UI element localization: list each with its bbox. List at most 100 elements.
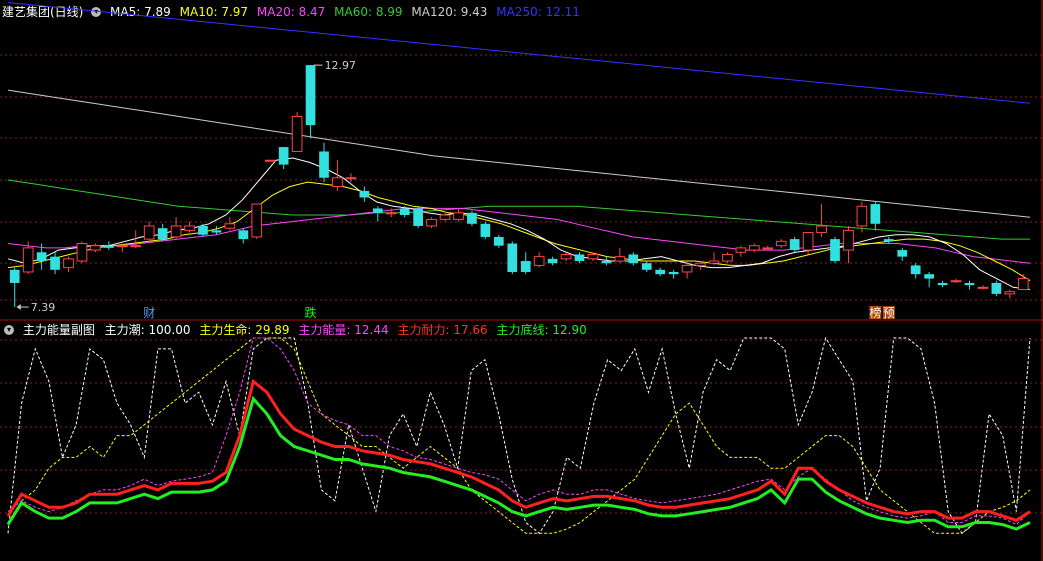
candle-body	[198, 225, 208, 235]
candle	[937, 280, 948, 288]
candle	[1017, 274, 1029, 291]
candle	[735, 245, 747, 257]
candle-body	[1017, 278, 1029, 291]
candle	[870, 201, 881, 231]
candle-body	[130, 245, 142, 248]
candle-body	[870, 204, 881, 224]
candle	[426, 217, 437, 229]
candle-body	[614, 256, 626, 262]
candle	[722, 252, 733, 264]
candle-body	[547, 258, 558, 264]
candle-body	[695, 262, 706, 266]
candle-body	[116, 245, 128, 248]
candle-body	[184, 225, 195, 231]
event-marker-label: 跌	[305, 305, 317, 320]
candle-body	[143, 225, 155, 240]
candle-body	[170, 225, 182, 238]
candle-body	[1004, 291, 1016, 295]
candle	[372, 206, 383, 222]
candle	[184, 221, 195, 233]
candle	[251, 203, 263, 240]
candle-body	[924, 274, 934, 279]
candle	[762, 245, 774, 251]
candle-body	[439, 214, 451, 220]
candle	[830, 236, 840, 264]
ma250-line	[7, 2, 1031, 104]
event-marker-label: 财	[143, 306, 155, 320]
candle	[305, 65, 316, 139]
candle-body	[574, 254, 585, 262]
candle	[601, 256, 612, 266]
candle	[883, 236, 894, 244]
candle	[90, 243, 101, 253]
candle-body	[278, 147, 289, 165]
candle	[238, 228, 249, 244]
candle-body	[76, 243, 88, 262]
candle-body	[413, 208, 423, 226]
candle-body	[830, 239, 840, 262]
event-marker-label: 榜	[869, 305, 881, 320]
candle	[170, 217, 182, 240]
candle	[964, 280, 975, 290]
candle	[413, 206, 423, 229]
candle-body	[816, 225, 827, 234]
candle-body	[762, 247, 774, 250]
candle-body	[883, 239, 894, 242]
candle-body	[467, 212, 477, 224]
candle-body	[453, 212, 464, 220]
candle	[9, 267, 20, 308]
candle-body	[385, 212, 397, 215]
candle	[977, 285, 989, 290]
candle-body	[211, 230, 222, 233]
candle	[264, 159, 276, 162]
candle	[574, 252, 585, 264]
candle-body	[291, 115, 303, 152]
candle	[520, 252, 531, 275]
candle-body	[964, 282, 975, 286]
candle-body	[910, 265, 921, 275]
low-price-arrow	[16, 304, 21, 311]
candle-body	[157, 228, 168, 240]
candle-body	[224, 223, 236, 229]
candle	[681, 261, 693, 279]
candle	[655, 267, 666, 277]
candle	[924, 271, 934, 288]
candle	[198, 223, 208, 237]
candle-body	[507, 243, 518, 272]
candle-body	[493, 236, 504, 246]
candle	[467, 210, 477, 226]
chart-canvas[interactable]: 12.97 7.39 财 跌 榜预	[0, 0, 1043, 561]
candle	[359, 186, 370, 202]
candle	[533, 252, 545, 268]
candle-body	[9, 269, 20, 283]
candle-body	[937, 282, 948, 286]
candle	[789, 236, 800, 253]
sub-chart-lines	[6, 336, 1031, 535]
candle	[843, 225, 854, 264]
candle-body	[991, 282, 1002, 294]
grid-lines	[0, 0, 1043, 561]
moving-average-lines	[7, 2, 1031, 290]
candle	[224, 217, 236, 231]
candle-body	[50, 256, 60, 270]
candle-body	[36, 252, 47, 262]
candle	[910, 263, 921, 279]
candle-body	[587, 253, 599, 260]
candle-body	[897, 250, 908, 257]
candle-body	[399, 208, 410, 216]
candlestick-series	[9, 65, 1029, 308]
candle	[319, 142, 329, 183]
candle	[76, 241, 88, 264]
candle	[775, 239, 787, 248]
candle	[668, 269, 679, 279]
candle	[991, 280, 1002, 297]
candle-body	[319, 151, 329, 178]
candle	[547, 256, 558, 266]
candle-body	[264, 159, 276, 162]
candle-body	[856, 205, 868, 227]
candle	[950, 278, 962, 283]
candle-body	[560, 253, 572, 260]
low-price-label: 7.39	[31, 301, 56, 314]
candle-body	[950, 280, 962, 283]
candle-body	[251, 203, 263, 238]
